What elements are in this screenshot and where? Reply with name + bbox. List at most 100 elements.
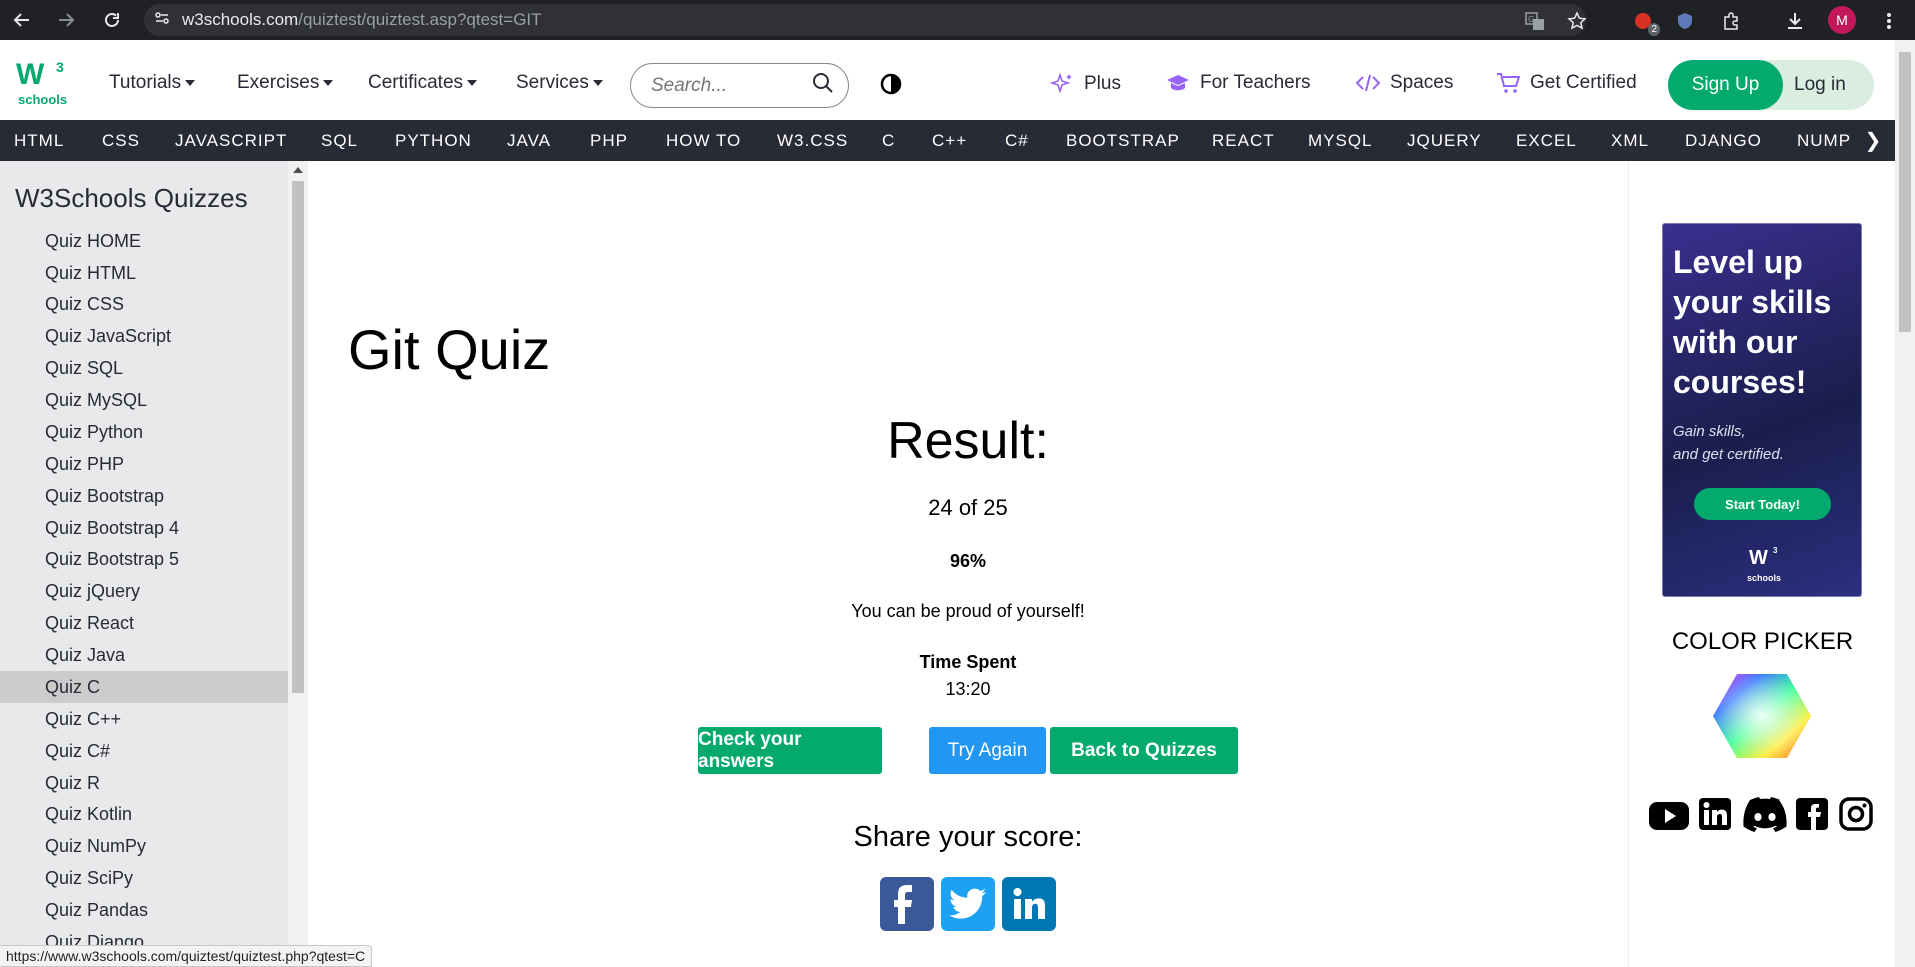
scroll-up-arrow-icon[interactable]: [293, 167, 303, 173]
spaces-link[interactable]: Spaces: [1356, 72, 1453, 94]
subject-link[interactable]: REACT: [1212, 120, 1275, 161]
sidebar-item[interactable]: Quiz jQuery: [0, 575, 288, 607]
sidebar-item[interactable]: Quiz Java: [0, 639, 288, 671]
sidebar-item[interactable]: Quiz MySQL: [0, 384, 288, 416]
extensions-puzzle-icon[interactable]: [1718, 8, 1744, 34]
search-input[interactable]: [651, 74, 811, 97]
courses-ad-banner[interactable]: Level up your skills with our courses! G…: [1662, 223, 1862, 597]
subject-link[interactable]: MYSQL: [1308, 120, 1373, 161]
extension-shield-icon[interactable]: [1672, 8, 1698, 34]
sidebar-item[interactable]: Quiz C#: [0, 735, 288, 767]
subject-link[interactable]: HOW TO: [666, 120, 741, 161]
subject-link[interactable]: SQL: [321, 120, 358, 161]
sidebar-item[interactable]: Quiz SciPy: [0, 862, 288, 894]
subject-link[interactable]: DJANGO: [1685, 120, 1762, 161]
color-picker-label[interactable]: COLOR PICKER: [1630, 628, 1895, 656]
sidebar-item[interactable]: Quiz SQL: [0, 352, 288, 384]
sidebar-scroll-thumb[interactable]: [292, 181, 304, 693]
sidebar-item[interactable]: Quiz HTML: [0, 257, 288, 289]
sidebar-item[interactable]: Quiz JavaScript: [0, 320, 288, 352]
chevron-right-icon[interactable]: ❯: [1851, 120, 1895, 161]
cart-icon: [1497, 73, 1520, 93]
subject-link[interactable]: JQUERY: [1407, 120, 1482, 161]
sidebar-item[interactable]: Quiz CSS: [0, 288, 288, 320]
linkedin-icon[interactable]: [1697, 796, 1737, 836]
discord-icon[interactable]: [1742, 796, 1788, 836]
linkedin-share-icon[interactable]: [1002, 877, 1056, 931]
menu-tutorials[interactable]: Tutorials: [109, 72, 196, 94]
sidebar-item[interactable]: Quiz Bootstrap 5: [0, 543, 288, 575]
for-teachers-label: For Teachers: [1200, 72, 1311, 93]
dark-mode-toggle-icon[interactable]: [879, 72, 903, 96]
w3schools-logo[interactable]: W 3 schools: [16, 58, 68, 108]
address-bar[interactable]: w3schools.com/quiztest/quiztest.asp?qtes…: [144, 4, 1586, 36]
subject-link[interactable]: PHP: [590, 120, 628, 161]
forward-arrow-icon[interactable]: [48, 2, 84, 38]
youtube-icon[interactable]: [1648, 796, 1689, 836]
subject-link[interactable]: C++: [932, 120, 967, 161]
sidebar-item[interactable]: Quiz Bootstrap: [0, 480, 288, 512]
page-scroll-thumb[interactable]: [1899, 52, 1911, 332]
download-icon[interactable]: [1782, 8, 1808, 34]
sidebar-item[interactable]: Quiz NumPy: [0, 830, 288, 862]
bookmark-star-icon[interactable]: [1564, 8, 1590, 34]
sidebar-title: W3Schools Quizzes: [15, 183, 248, 213]
sidebar-item[interactable]: Quiz Pandas: [0, 894, 288, 926]
instagram-icon[interactable]: [1838, 796, 1878, 836]
sidebar-item[interactable]: Quiz Bootstrap 4: [0, 512, 288, 544]
search-icon[interactable]: [811, 71, 835, 100]
facebook-icon[interactable]: [1794, 796, 1834, 836]
kebab-menu-icon[interactable]: [1876, 8, 1902, 34]
subject-link[interactable]: JAVA: [507, 120, 551, 161]
facebook-share-icon[interactable]: [880, 877, 934, 931]
menu-services[interactable]: Services: [516, 72, 603, 94]
for-teachers-link[interactable]: For Teachers: [1166, 72, 1311, 94]
subject-link[interactable]: XML: [1611, 120, 1649, 161]
translate-icon[interactable]: G: [1522, 8, 1548, 34]
ad-headline: Level up your skills with our courses!: [1673, 244, 1832, 400]
extension-badge: 2: [1648, 23, 1660, 36]
sidebar-item[interactable]: Quiz PHP: [0, 448, 288, 480]
subject-link[interactable]: PYTHON: [395, 120, 472, 161]
subject-link[interactable]: EXCEL: [1516, 120, 1577, 161]
sidebar-item[interactable]: Quiz HOME: [0, 225, 288, 257]
extension-adblock-icon[interactable]: 2: [1630, 8, 1660, 36]
ad-start-today-button[interactable]: Start Today!: [1694, 488, 1831, 520]
code-icon: [1356, 74, 1380, 92]
sidebar-item-active[interactable]: Quiz C: [0, 671, 288, 703]
profile-avatar[interactable]: M: [1828, 6, 1856, 34]
back-arrow-icon[interactable]: [4, 2, 40, 38]
color-picker-hexagon-icon[interactable]: [1711, 672, 1813, 760]
menu-certificates-label: Certificates: [368, 72, 464, 93]
subject-link[interactable]: HTML: [14, 120, 64, 161]
subject-link[interactable]: JAVASCRIPT: [175, 120, 287, 161]
subject-link[interactable]: W3.CSS: [777, 120, 848, 161]
sidebar-item[interactable]: Quiz Kotlin: [0, 798, 288, 830]
sidebar-item[interactable]: Quiz C++: [0, 703, 288, 735]
subject-link[interactable]: C#: [1005, 120, 1029, 161]
back-to-quizzes-button[interactable]: Back to Quizzes: [1050, 727, 1238, 774]
sidebar-scrollbar[interactable]: [288, 161, 308, 967]
reload-icon[interactable]: [94, 2, 130, 38]
check-answers-button[interactable]: Check your answers: [698, 727, 882, 774]
subject-link[interactable]: BOOTSTRAP: [1066, 120, 1180, 161]
page-scrollbar[interactable]: [1895, 40, 1915, 967]
search-field[interactable]: [630, 63, 849, 108]
signup-button[interactable]: Sign Up: [1668, 60, 1783, 110]
plus-link[interactable]: Plus: [1050, 72, 1121, 96]
sidebar-item[interactable]: Quiz Python: [0, 416, 288, 448]
link-status-bar: https://www.w3schools.com/quiztest/quizt…: [0, 945, 373, 967]
menu-exercises-label: Exercises: [237, 72, 320, 93]
try-again-button[interactable]: Try Again: [929, 727, 1046, 774]
get-certified-link[interactable]: Get Certified: [1496, 72, 1637, 94]
menu-exercises[interactable]: Exercises: [237, 72, 334, 94]
sidebar-item[interactable]: Quiz React: [0, 607, 288, 639]
sidebar-item[interactable]: Quiz R: [0, 767, 288, 799]
sparkle-icon: [1050, 72, 1072, 94]
subject-link[interactable]: CSS: [102, 120, 140, 161]
menu-certificates[interactable]: Certificates: [368, 72, 478, 94]
site-info-icon[interactable]: [154, 10, 170, 31]
score-text: 24 of 25: [928, 495, 1008, 520]
subject-link[interactable]: C: [882, 120, 895, 161]
twitter-share-icon[interactable]: [941, 877, 995, 931]
